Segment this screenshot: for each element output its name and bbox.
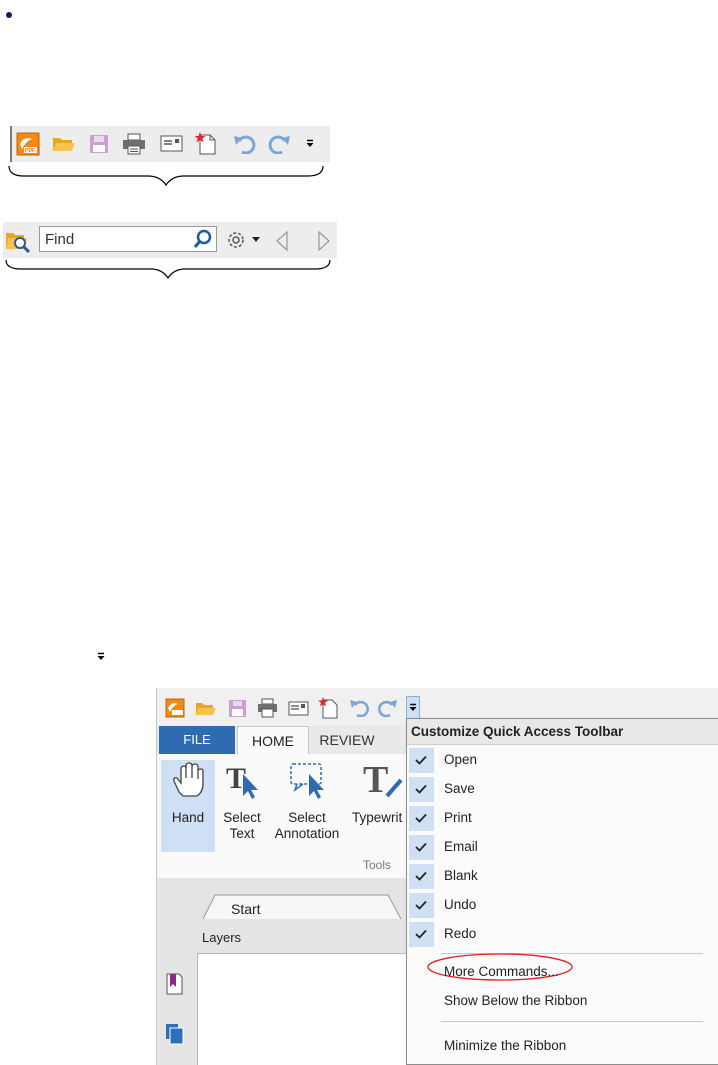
menu-item-open[interactable]: Open	[407, 746, 718, 775]
check-icon	[409, 893, 434, 918]
typewriter-icon: T	[363, 760, 403, 800]
menu-item-minimize-ribbon[interactable]: Minimize the Ribbon	[407, 1032, 718, 1061]
customize-dropdown-icon	[409, 703, 417, 711]
tools-group-label: Tools	[363, 858, 392, 872]
menu-item-label: Minimize the Ribbon	[444, 1038, 567, 1053]
svg-text:T: T	[363, 760, 388, 800]
menu-item-label: Print	[444, 810, 472, 825]
menu-item-more-commands[interactable]: More Commands...	[407, 958, 718, 987]
toolbar-separator	[10, 126, 12, 162]
menu-item-label: More Commands...	[444, 964, 559, 979]
tab-file[interactable]: FILE	[159, 726, 235, 754]
find-box	[39, 226, 217, 252]
select-text-label-line2: Text	[229, 826, 255, 841]
start-tab-label: Start	[231, 901, 261, 917]
check-icon	[409, 835, 434, 860]
hand-icon	[173, 762, 204, 797]
pdf-logo-icon[interactable]: PDF	[16, 132, 40, 156]
menu-item-label: Open	[444, 752, 478, 767]
select-annotation-button[interactable]: Select Annotation	[269, 760, 345, 841]
quick-access-toolbar: PDF	[10, 126, 330, 162]
customize-toolbar-button[interactable]	[406, 696, 420, 720]
bookmark-icon[interactable]	[165, 973, 183, 995]
pdf-logo-icon[interactable]	[165, 698, 185, 718]
open-folder-icon[interactable]	[195, 700, 217, 717]
menu-item-print[interactable]: Print	[407, 804, 718, 833]
select-text-label: Select Text	[217, 810, 267, 842]
gear-dropdown-arrow-icon[interactable]	[251, 236, 261, 244]
tab-home[interactable]: HOME	[237, 726, 309, 755]
save-icon[interactable]	[88, 133, 110, 155]
customize-dropdown-icon[interactable]	[305, 139, 315, 149]
list-bullet	[6, 12, 12, 18]
layers-panel-title: Layers	[202, 930, 242, 945]
menu-item-blank[interactable]: Blank	[407, 862, 718, 891]
blank-document-icon[interactable]	[194, 132, 218, 156]
menu-item-label: Save	[444, 781, 475, 796]
typewriter-label: Typewrit	[352, 810, 403, 825]
hand-tool-button[interactable]: Hand	[161, 760, 215, 852]
next-arrow-icon[interactable]	[317, 230, 331, 252]
select-annotation-label-line2: Annotation	[274, 826, 340, 841]
blank-document-icon[interactable]	[318, 697, 339, 719]
find-input[interactable]	[45, 229, 185, 249]
select-annotation-icon	[290, 763, 324, 799]
select-annotation-label-line1: Select	[288, 810, 326, 825]
redo-icon[interactable]	[378, 699, 398, 717]
menu-item-show-below-ribbon[interactable]: Show Below the Ribbon	[407, 987, 718, 1016]
email-icon[interactable]	[288, 701, 309, 717]
app-window: FILE HOME REVIEW Hand T Select Text Sele…	[156, 688, 718, 1065]
customize-quick-access-menu: Customize Quick Access Toolbar Open Save…	[406, 718, 718, 1065]
print-icon[interactable]	[122, 133, 146, 155]
menu-item-email[interactable]: Email	[407, 833, 718, 862]
save-icon[interactable]	[228, 699, 247, 718]
menu-separator	[441, 1021, 703, 1022]
redo-icon[interactable]	[268, 134, 292, 154]
select-text-button[interactable]: T Select Text	[217, 760, 267, 841]
check-icon	[409, 748, 434, 773]
check-icon	[409, 806, 434, 831]
undo-icon[interactable]	[349, 699, 369, 717]
pages-icon[interactable]	[165, 1023, 185, 1045]
select-annotation-label: Select Annotation	[269, 810, 345, 842]
menu-item-undo[interactable]: Undo	[407, 891, 718, 920]
menu-item-label: Redo	[444, 926, 477, 941]
menu-item-save[interactable]: Save	[407, 775, 718, 804]
tab-review[interactable]: REVIEW	[311, 726, 383, 754]
menu-item-label: Blank	[444, 868, 478, 883]
select-text-label-line1: Select	[223, 810, 261, 825]
svg-text:PDF: PDF	[25, 148, 35, 154]
undo-icon[interactable]	[232, 134, 256, 154]
open-folder-icon[interactable]	[52, 134, 76, 154]
magnifier-icon[interactable]	[193, 229, 213, 249]
menu-item-label: Show Below the Ribbon	[444, 993, 588, 1008]
check-icon	[409, 777, 434, 802]
gear-icon[interactable]	[225, 229, 247, 251]
menu-header: Customize Quick Access Toolbar	[407, 719, 718, 745]
typewriter-button[interactable]: T Typewrit	[349, 760, 407, 838]
previous-arrow-icon[interactable]	[275, 230, 289, 252]
hand-label: Hand	[171, 810, 205, 825]
menu-item-label: Undo	[444, 897, 477, 912]
customize-dropdown-icon	[97, 652, 105, 660]
print-icon[interactable]	[257, 698, 278, 718]
check-icon	[409, 922, 434, 947]
check-icon	[409, 864, 434, 889]
email-icon[interactable]	[160, 135, 184, 153]
brace-find-toolbar	[5, 259, 331, 280]
layers-panel	[197, 953, 413, 1065]
search-folder-icon[interactable]	[5, 229, 33, 253]
menu-item-label: Email	[444, 839, 478, 854]
select-text-icon: T	[226, 762, 258, 799]
menu-item-redo[interactable]: Redo	[407, 920, 718, 949]
brace-quick-access	[8, 165, 324, 186]
find-toolbar	[3, 222, 337, 258]
